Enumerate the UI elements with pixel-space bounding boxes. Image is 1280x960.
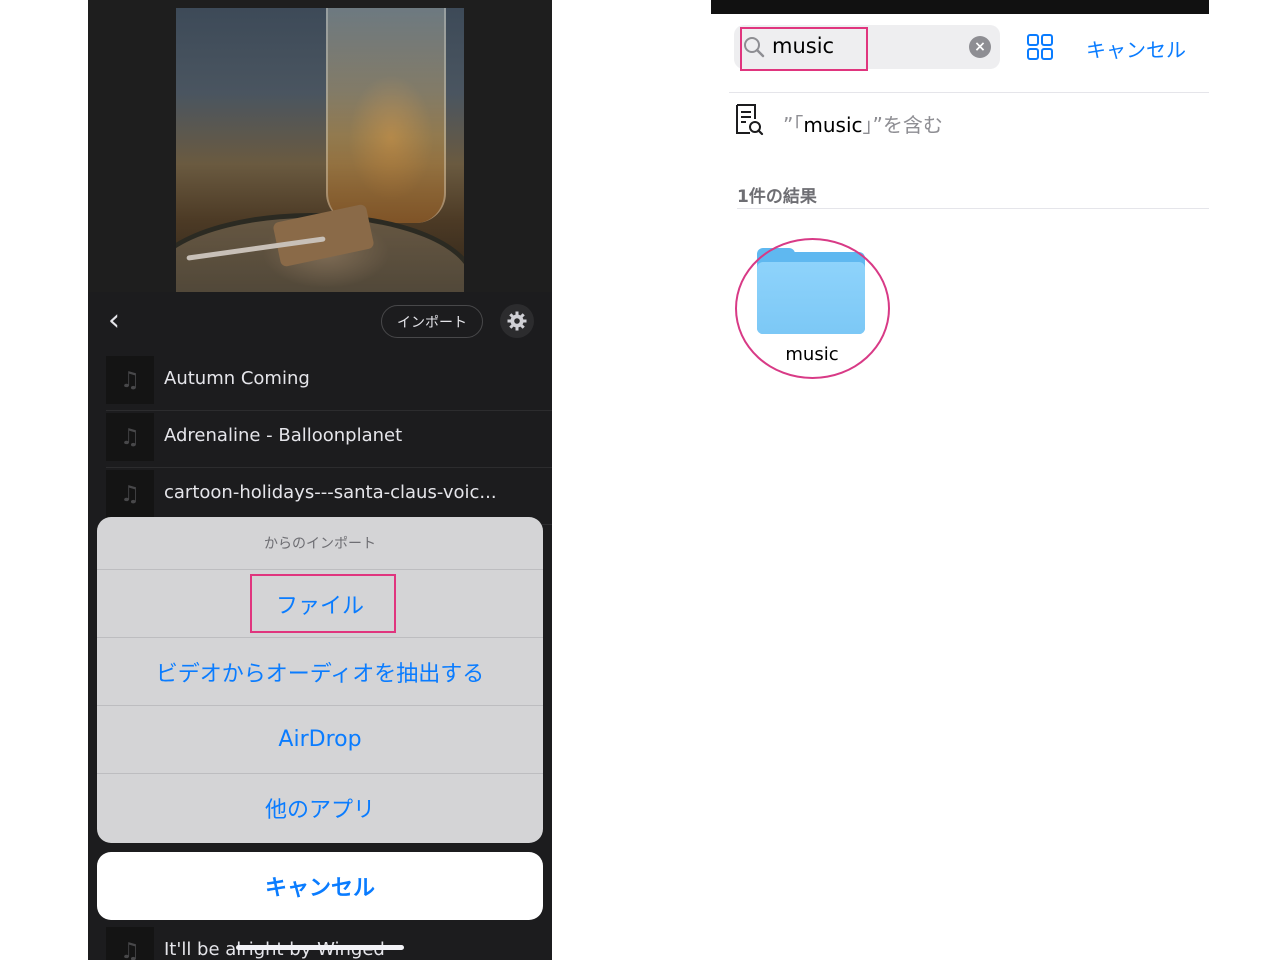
track-thumbnail: ♫ — [106, 470, 154, 518]
option-airdrop[interactable]: AirDrop — [97, 706, 543, 774]
preview-area — [88, 0, 552, 292]
highlight-box-search — [740, 27, 868, 71]
gear-icon — [507, 311, 527, 331]
cancel-search-button[interactable]: キャンセル — [1086, 34, 1186, 63]
top-dark-bar — [711, 0, 1209, 14]
highlight-circle-folder — [735, 238, 890, 379]
home-indicator — [236, 945, 404, 950]
settings-button[interactable] — [500, 304, 534, 338]
back-chevron-icon[interactable]: ‹ — [108, 306, 132, 336]
track-title: Autumn Coming — [164, 368, 310, 389]
track-row[interactable]: ♫ Autumn Coming — [106, 354, 552, 411]
clear-search-icon[interactable]: × — [969, 36, 991, 58]
music-note-icon: ♫ — [120, 938, 140, 960]
document-search-icon — [736, 104, 764, 136]
track-thumbnail: ♫ — [106, 356, 154, 404]
divider — [729, 92, 1209, 93]
results-count-header: 1件の結果 — [737, 187, 817, 207]
track-row[interactable]: ♫ It'll be alright by Winged — [106, 925, 552, 960]
suggestion-prefix: ”「 — [783, 113, 804, 137]
track-thumbnail: ♫ — [106, 413, 154, 461]
photo-glass — [326, 8, 446, 223]
track-row[interactable]: ♫ Adrenaline - Balloonplanet — [106, 411, 552, 468]
grid-view-icon[interactable] — [1026, 33, 1054, 61]
option-other-apps[interactable]: 他のアプリ — [97, 774, 543, 842]
option-extract-audio[interactable]: ビデオからオーディオを抽出する — [97, 638, 543, 706]
left-phone-screen: ‹ インポート ♫ Autumn Coming ♫ Adrenaline - B… — [88, 0, 552, 960]
music-note-icon: ♫ — [120, 481, 140, 507]
track-title: cartoon-holidays---santa-claus-voic... — [164, 482, 497, 503]
highlight-box-files — [250, 574, 396, 633]
import-button[interactable]: インポート — [381, 305, 483, 338]
right-phone-screen: music × キャンセル ”「music」”を含む 1件の結果 music — [711, 0, 1209, 960]
action-sheet-cancel-button[interactable]: キャンセル — [97, 852, 543, 920]
track-thumbnail: ♫ — [106, 927, 154, 960]
suggestion-term: music — [803, 113, 863, 137]
suggestion-suffix: 」”を含む — [862, 113, 943, 137]
import-action-sheet: からのインポート ファイル ビデオからオーディオを抽出する AirDrop 他の… — [97, 517, 543, 843]
search-suggestion[interactable]: ”「music」”を含む — [783, 109, 943, 138]
preview-photo — [176, 8, 464, 292]
music-note-icon: ♫ — [120, 367, 140, 393]
files-search-sheet — [711, 14, 1209, 960]
divider — [737, 208, 1209, 209]
music-note-icon: ♫ — [120, 424, 140, 450]
track-title: Adrenaline - Balloonplanet — [164, 425, 403, 446]
action-sheet-title: からのインポート — [97, 517, 543, 570]
